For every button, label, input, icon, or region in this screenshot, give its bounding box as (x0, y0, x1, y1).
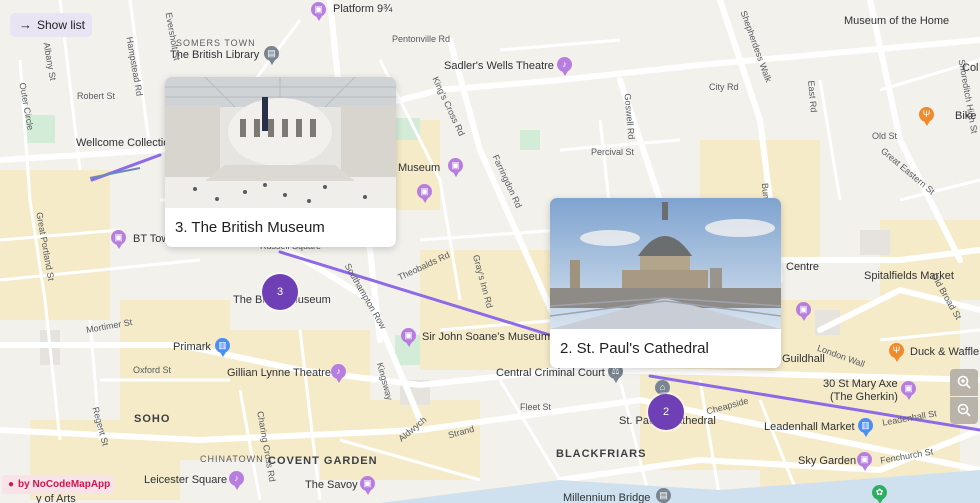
zoom-in-button[interactable] (950, 369, 978, 396)
landmark-pin-icon[interactable]: ▣ (796, 302, 811, 321)
zoom-out-icon (957, 403, 971, 417)
label-arts: y of Arts (36, 493, 76, 503)
label-duck-waffle: Duck & Waffle (910, 346, 980, 358)
label-col: Col (962, 62, 979, 74)
label-gherkin: (The Gherkin) (830, 391, 898, 403)
theatre-pin-icon[interactable]: ♪ (229, 471, 244, 490)
shopping-pin-icon[interactable]: ▥ (858, 418, 873, 437)
label-um-museum: Museum (398, 162, 441, 174)
label-guildhall: Guildhall (782, 353, 825, 365)
museum-pin-icon[interactable]: ▣ (448, 158, 463, 177)
zoom-in-icon (957, 375, 971, 389)
label-fleet-st: Fleet St (520, 402, 552, 412)
label-centre: Centre (786, 261, 820, 273)
restaurant-pin-icon[interactable]: Ψ (889, 343, 904, 362)
british-museum-photo (165, 77, 396, 208)
label-robert-st: Robert St (77, 91, 116, 101)
arrow-right-icon: → (19, 17, 32, 32)
label-wellcome: Wellcome Collection (76, 137, 176, 149)
label-blackfriars: BLACKFRIARS (556, 448, 647, 460)
label-pentonville: Pentonville Rd (392, 34, 451, 44)
credit-label: by NoCodeMapApp (18, 479, 111, 490)
label-british-library: The British Library (170, 49, 260, 61)
label-platform: Platform 9¾ (333, 3, 393, 15)
label-percival: Percival St (591, 147, 635, 157)
label-covent-garden: COVENT GARDEN (268, 455, 378, 467)
museum-pin-icon[interactable]: ▣ (311, 2, 326, 21)
hotel-pin-icon[interactable]: ▣ (360, 476, 375, 495)
stop-card-st-pauls[interactable]: 2. St. Paul's Cathedral (550, 198, 781, 368)
cathedral-pin-icon[interactable]: ⌂ (655, 380, 670, 399)
landmark-pin-icon[interactable]: ▣ (857, 452, 872, 471)
label-old-st: Old St (872, 131, 898, 141)
label-east-rd: East Rd (806, 80, 819, 113)
route-stop-marker-2[interactable]: 2 (648, 394, 684, 430)
route-stop-marker-3[interactable]: 3 (262, 274, 298, 310)
label-museum-home: Museum of the Home (844, 15, 950, 27)
label-savoy: The Savoy (305, 479, 358, 491)
restaurant-pin-icon[interactable]: Ψ (919, 107, 934, 126)
map-canvas[interactable]: Platform 9¾ SOMERS TOWN The British Libr… (0, 0, 980, 503)
label-soane: Sir John Soane's Museum (422, 331, 551, 343)
shopping-pin-icon[interactable]: ▥ (215, 338, 230, 357)
label-sadlers: Sadler's Wells Theatre (444, 60, 554, 72)
stop-card-title: 3. The British Museum (175, 219, 325, 236)
label-mary-axe: 30 St Mary Axe (823, 378, 898, 390)
show-list-button[interactable]: → Show list (10, 13, 92, 37)
stop-card-british-museum[interactable]: 3. The British Museum (165, 77, 396, 247)
nocodemapapp-credit-link[interactable]: ● by NoCodeMapApp (2, 475, 115, 494)
show-list-label: Show list (37, 18, 86, 32)
label-primark: Primark (173, 341, 211, 353)
stop-card-title: 2. St. Paul's Cathedral (560, 340, 709, 357)
park-pin-icon[interactable]: ✿ (872, 485, 887, 503)
label-central-criminal: Central Criminal Court (496, 367, 605, 379)
museum-pin-icon[interactable]: ▣ (401, 328, 416, 347)
label-leadenhall-market: Leadenhall Market (764, 421, 855, 433)
zoom-out-button[interactable] (950, 397, 978, 424)
label-millennium: Millennium Bridge (563, 492, 651, 503)
tower-pin-icon[interactable]: ▣ (111, 230, 126, 249)
label-gillian: Gillian Lynne Theatre (227, 367, 331, 379)
library-pin-icon[interactable]: ▤ (264, 46, 279, 65)
label-city-rd: City Rd (709, 82, 739, 92)
theatre-pin-icon[interactable]: ♪ (331, 364, 346, 383)
label-bt-tower: BT Tow (133, 233, 170, 245)
label-oxford-st: Oxford St (133, 365, 172, 375)
label-sky-garden: Sky Garden (798, 455, 857, 467)
label-leicester: Leicester Square (144, 474, 228, 486)
st-pauls-photo (550, 198, 781, 329)
landmark-pin-icon[interactable]: ▣ (901, 381, 916, 400)
label-chinatown: CHINATOWN (200, 454, 264, 464)
bridge-pin-icon[interactable]: ▤ (656, 488, 671, 503)
museum-pin-icon[interactable]: ▣ (417, 184, 432, 203)
theatre-pin-icon[interactable]: ♪ (557, 57, 572, 76)
map-pin-icon: ● (8, 479, 15, 490)
label-soho: SOHO (134, 413, 171, 425)
